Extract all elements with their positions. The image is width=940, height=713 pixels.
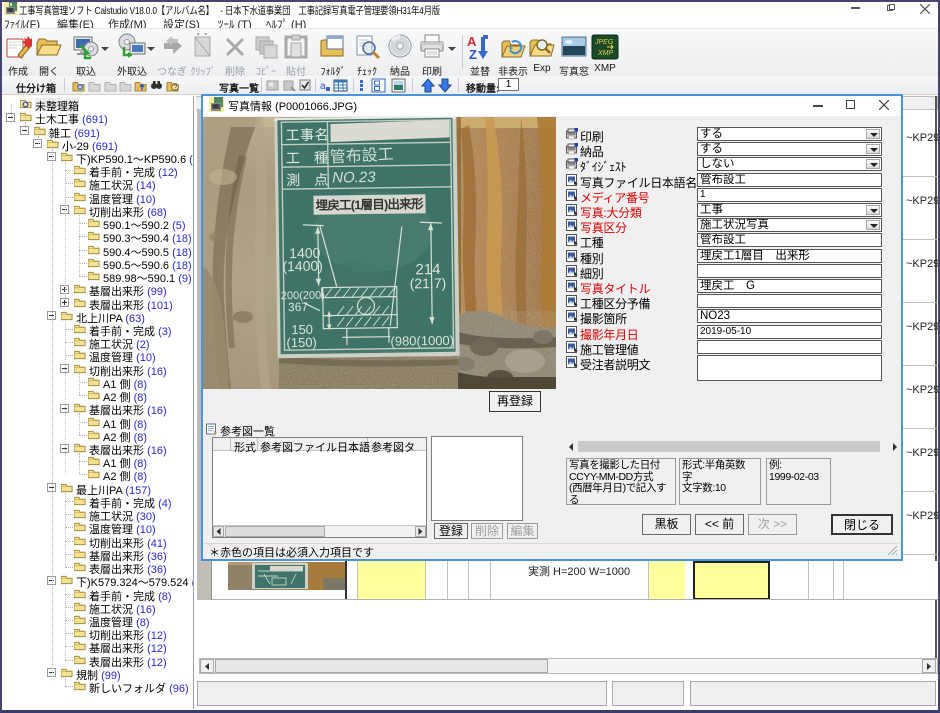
svg-text:?: ?: [173, 85, 177, 92]
svg-text:JPEG: JPEG: [594, 39, 614, 46]
svg-text:367: 367: [288, 300, 309, 314]
svg-text:(21.7): (21.7): [410, 275, 447, 292]
svg-text:Z: Z: [469, 47, 477, 61]
svg-text:NO.23: NO.23: [332, 169, 376, 187]
svg-text:管布設工: 管布設工: [329, 145, 394, 166]
svg-text:a: a: [320, 81, 326, 92]
svg-text:(1400): (1400): [282, 258, 323, 275]
svg-text:埋戻工(1層目)出来形: 埋戻工(1層目)出来形: [315, 196, 424, 213]
svg-text:(150): (150): [286, 335, 317, 350]
svg-text:XMP: XMP: [597, 50, 614, 57]
svg-text:(980(1000): (980(1000): [390, 333, 454, 349]
svg-text:工事名: 工事名: [285, 127, 329, 144]
